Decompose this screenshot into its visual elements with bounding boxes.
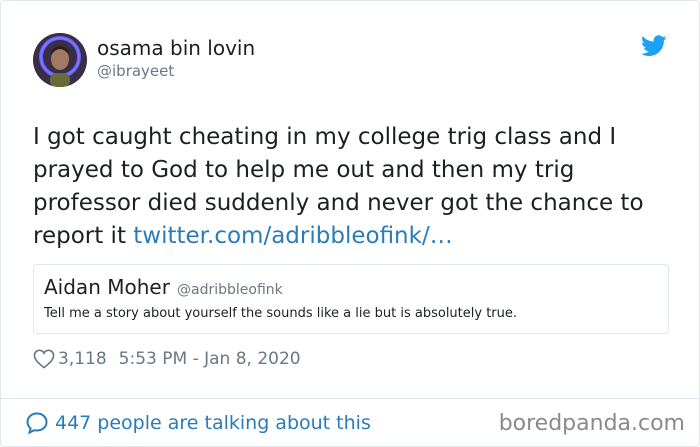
avatar-image — [33, 33, 87, 87]
author-display-name[interactable]: osama bin lovin — [97, 35, 255, 61]
like-count[interactable]: 3,118 — [58, 349, 107, 369]
avatar[interactable] — [33, 33, 87, 87]
quoted-author-handle: @adribbleofink — [177, 282, 283, 298]
author-handle[interactable]: @ibrayeet — [97, 61, 255, 81]
tweet-card: osama bin lovin @ibrayeet I got caught c… — [0, 0, 700, 447]
tweet-text: I got caught cheating in my college trig… — [33, 121, 673, 253]
tweet-header: osama bin lovin @ibrayeet — [33, 31, 669, 87]
author-names: osama bin lovin @ibrayeet — [97, 35, 255, 81]
quoted-author-name: Aidan Moher — [44, 275, 170, 299]
tweet-link[interactable]: twitter.com/adribbleofink/… — [133, 223, 452, 249]
boredpanda-watermark: boredpanda.com — [498, 411, 685, 436]
footer-divider — [1, 398, 699, 399]
twitter-bird-icon[interactable] — [641, 35, 667, 57]
quoted-tweet-text: Tell me a story about yourself the sound… — [44, 306, 518, 321]
speech-bubble-icon — [26, 412, 48, 435]
heart-icon[interactable] — [33, 349, 55, 369]
talking-about-link[interactable]: 447 people are talking about this — [25, 409, 371, 437]
tweet-timestamp[interactable]: 5:53 PM - Jan 8, 2020 — [119, 349, 301, 369]
talking-about-text: 447 people are talking about this — [55, 412, 371, 434]
quoted-tweet[interactable]: Aidan Moher @adribbleofink Tell me a sto… — [33, 264, 669, 334]
quoted-tweet-header: Aidan Moher @adribbleofink — [44, 275, 283, 299]
tweet-meta: 3,118 5:53 PM - Jan 8, 2020 — [33, 346, 301, 372]
